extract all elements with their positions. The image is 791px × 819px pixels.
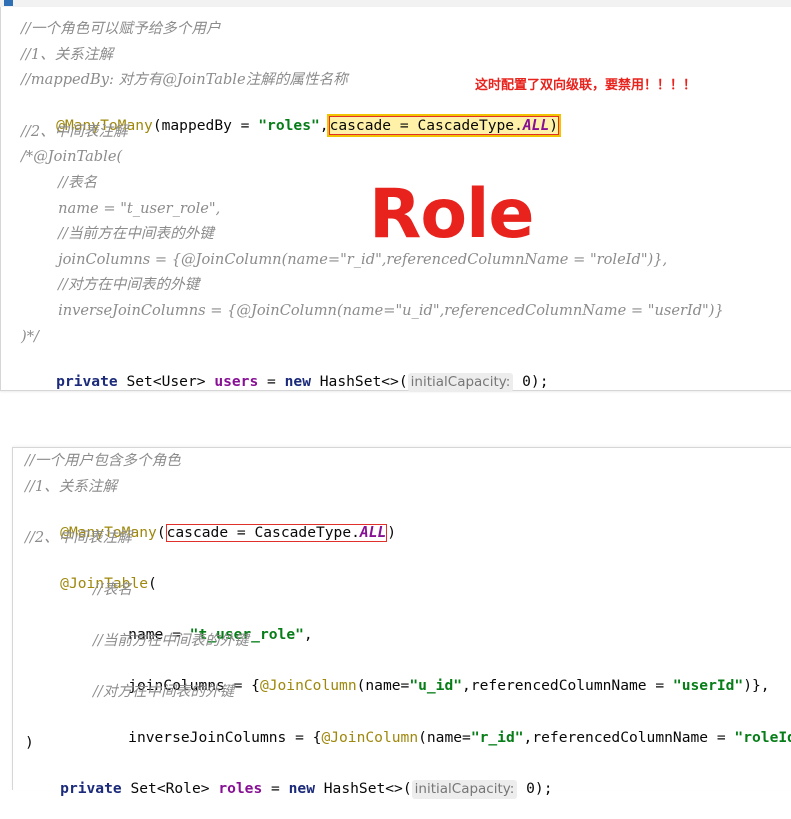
warning-annotation: 这时配置了双向级联，要禁用！！！！ (475, 78, 697, 93)
code-comment-line: inverseJoinColumns = {@JoinColumn(name="… (21, 302, 724, 319)
ref-column-value: "roleId" (734, 729, 791, 746)
comma-token: , (319, 117, 329, 134)
column-name-value: "u_id" (409, 677, 463, 694)
paren-token: ( (156, 524, 166, 541)
arg-token: 0); (513, 373, 549, 390)
cascade-all: ALL (359, 524, 387, 541)
table-name-line: name = "t_user_role", (93, 605, 313, 643)
code-comment-line: //当前方在中间表的外键 (93, 632, 249, 649)
ref-key-token: ,referencedColumnName = (462, 677, 673, 694)
cascade-prefix: cascade = CascadeType. (166, 524, 360, 541)
ref-column-value: "userId" (672, 677, 744, 694)
parameter-hint: initialCapacity: (407, 373, 514, 392)
paren-close-token: ) (387, 524, 397, 541)
code-comment-line: //表名 (93, 581, 133, 598)
type-token: Set<User> (117, 373, 215, 390)
code-comment-line: //mappedBy: 对方有@JoinTable注解的属性名称 (21, 71, 348, 88)
top-strip (0, 0, 791, 7)
hashset-token: HashSet<>( (310, 373, 408, 390)
close-paren-line: ) (25, 734, 34, 751)
annotation-token: @JoinColumn (321, 729, 419, 746)
overlay-title: Role (369, 175, 535, 254)
name-arg-token: (name= (418, 729, 471, 746)
cascade-all: ALL (522, 117, 550, 134)
code-comment-line: //2、中间表注解 (25, 529, 132, 546)
parameter-hint: initialCapacity: (411, 780, 518, 799)
assign-token: = (258, 373, 285, 390)
code-comment-line: name = "t_user_role", (21, 200, 221, 217)
code-comment-line: //一个用户包含多个角色 (25, 452, 181, 469)
inverse-join-columns-line: inverseJoinColumns = {@JoinColumn(name="… (93, 708, 791, 746)
paren-close-token: ) (549, 117, 559, 134)
roles-field-line: private Set<Role> roles = new HashSet<>(… (25, 759, 553, 799)
close-token: )}, (743, 677, 770, 694)
code-comment-line: //1、关系注解 (21, 46, 114, 63)
name-arg-token: (name= (356, 677, 410, 694)
many-to-many-line: @ManyToMany(cascade = CascadeType.ALL) (25, 503, 396, 542)
code-comment-line: //对方在中间表的外键 (21, 276, 200, 293)
code-comment-line: //2、中间表注解 (21, 123, 128, 140)
private-keyword: private (56, 373, 118, 390)
file-icon (4, 0, 13, 6)
cascade-prefix: cascade = CascadeType. (329, 117, 523, 134)
new-keyword: new (284, 373, 311, 390)
code-comment-line: //对方在中间表的外键 (93, 683, 235, 700)
code-comment-line: /*@JoinTable( (21, 148, 123, 165)
code-comment-line: //表名 (21, 174, 98, 191)
mappedby-key: mappedBy = (161, 117, 259, 134)
users-field-line: private Set<User> users = new HashSet<>(… (21, 352, 549, 392)
code-comment-line: //一个角色可以赋予给多个用户 (21, 20, 221, 37)
ref-key-token: ,referencedColumnName = (523, 729, 735, 746)
code-comment-line: //当前方在中间表的外键 (21, 225, 214, 242)
cascade-highlight: cascade = CascadeType.ALL (165, 524, 388, 542)
user-code-panel: //一个用户包含多个角色 //1、关系注解 @ManyToMany(cascad… (12, 447, 791, 799)
paren-token: ( (152, 117, 162, 134)
code-comment-line: joinColumns = {@JoinColumn(name="r_id",r… (21, 251, 668, 268)
field-name: users (214, 373, 259, 390)
annotation-token: @JoinColumn (259, 677, 357, 694)
role-code-panel: //一个角色可以赋予给多个用户 //1、关系注解 //mappedBy: 对方有… (0, 7, 791, 392)
many-to-many-line: @ManyToMany(mappedBy = "roles",cascade =… (21, 96, 562, 137)
code-comment-line: )*/ (21, 328, 39, 345)
join-table-line: @JoinTable( (25, 554, 157, 592)
inverse-key: inverseJoinColumns = { (128, 729, 322, 746)
mappedby-value: "roles" (258, 117, 320, 134)
comma-token: , (303, 626, 313, 643)
code-comment-line: //1、关系注解 (25, 478, 118, 495)
column-name-value: "r_id" (470, 729, 524, 746)
cascade-highlight: cascade = CascadeType.ALL) (326, 114, 562, 137)
join-columns-line: joinColumns = {@JoinColumn(name="u_id",r… (93, 656, 769, 694)
paren-token: ( (148, 575, 157, 592)
